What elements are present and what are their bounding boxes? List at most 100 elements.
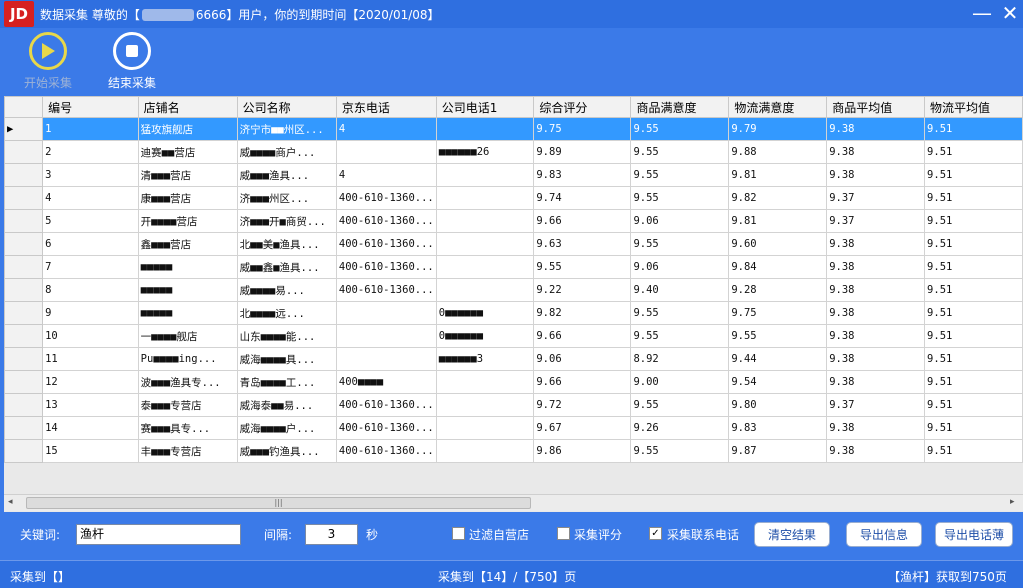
row-selector[interactable] [4, 324, 44, 348]
table-cell[interactable]: 泰■■■专营店 [137, 393, 238, 417]
table-row[interactable]: ▶ 1 猛攻旗舰店 济宁市■■州区... 4 9.75 9.55 9.79 9.38 9.51 [4, 117, 1023, 141]
table-cell[interactable]: 9.51 [924, 232, 1023, 256]
table-cell[interactable]: 9.51 [924, 393, 1023, 417]
table-cell[interactable] [435, 416, 535, 440]
table-cell[interactable] [435, 163, 535, 187]
table-cell[interactable]: 9.40 [630, 278, 730, 302]
table-cell[interactable]: 9.55 [630, 186, 730, 210]
table-cell[interactable]: 9.55 [630, 117, 730, 141]
table-cell[interactable]: 9.51 [924, 324, 1023, 348]
table-cell[interactable]: 9.55 [630, 301, 730, 325]
table-cell[interactable]: 400-610-1360... [335, 232, 437, 256]
table-cell[interactable]: 威■■■■商户... [236, 140, 337, 164]
column-header[interactable]: 公司电话1 [435, 96, 535, 118]
table-cell[interactable]: 9.51 [924, 301, 1023, 325]
table-cell[interactable]: 15 [42, 439, 139, 463]
table-cell[interactable]: 9.75 [728, 301, 828, 325]
table-cell[interactable]: 9.82 [533, 301, 632, 325]
table-cell[interactable]: 9.06 [630, 255, 730, 279]
interval-input[interactable]: 3 [305, 524, 358, 545]
table-cell[interactable]: 400-610-1360... [335, 439, 437, 463]
table-cell[interactable]: 9.51 [924, 416, 1023, 440]
table-cell[interactable]: 9.55 [630, 324, 730, 348]
table-cell[interactable]: 9.66 [533, 324, 632, 348]
row-selector[interactable] [4, 370, 44, 394]
row-selector[interactable] [4, 163, 44, 187]
row-selector[interactable] [4, 140, 44, 164]
filter-self-checkbox[interactable] [452, 527, 465, 540]
row-selector[interactable] [4, 278, 44, 302]
table-cell[interactable]: 威海泰■■易... [236, 393, 337, 417]
table-cell[interactable]: 9.75 [533, 117, 632, 141]
table-cell[interactable]: 9.37 [826, 393, 926, 417]
table-cell[interactable]: 4 [42, 186, 139, 210]
table-cell[interactable] [335, 324, 437, 348]
table-cell[interactable]: 9.38 [826, 163, 926, 187]
table-cell[interactable]: 9.28 [728, 278, 828, 302]
table-cell[interactable]: 康■■■营店 [137, 186, 238, 210]
table-cell[interactable]: 猛攻旗舰店 [137, 117, 238, 141]
start-collect-button[interactable]: 开始采集 [16, 32, 80, 94]
table-row[interactable]: 3 清■■■营店 威■■■渔具... 4 9.83 9.55 9.81 9.38 9.51 [4, 163, 1023, 187]
table-cell[interactable]: 3 [42, 163, 139, 187]
table-cell[interactable]: ■■■■■ [137, 278, 238, 302]
table-cell[interactable]: 赛■■■具专... [137, 416, 238, 440]
table-cell[interactable]: 丰■■■专营店 [137, 439, 238, 463]
table-cell[interactable]: 9.51 [924, 140, 1023, 164]
table-cell[interactable]: 9.51 [924, 163, 1023, 187]
table-cell[interactable]: 9.74 [533, 186, 632, 210]
table-cell[interactable]: 开■■■■营店 [137, 209, 238, 233]
table-cell[interactable]: 9.38 [826, 301, 926, 325]
stop-collect-button[interactable]: 结束采集 [100, 32, 164, 94]
table-cell[interactable]: 9.55 [630, 140, 730, 164]
table-cell[interactable]: 9.89 [533, 140, 632, 164]
table-cell[interactable]: 400-610-1360... [335, 209, 437, 233]
table-cell[interactable]: 威■■■钓渔具... [236, 439, 337, 463]
table-cell[interactable]: 9.79 [728, 117, 828, 141]
table-row[interactable]: 8 ■■■■■ 威■■■■易... 400-610-1360... 9.22 9.40 9.… [4, 278, 1023, 302]
table-cell[interactable] [435, 370, 535, 394]
table-cell[interactable]: 9.38 [826, 117, 926, 141]
results-grid[interactable]: 编号 店铺名 公司名称 京东电话 公司电话1 综合评分 商品满意度 物流满意度 商品平均值 物流平… [4, 96, 1023, 512]
keyword-input[interactable]: 渔杆 [76, 524, 241, 545]
close-button[interactable]: ✕ [998, 1, 1022, 25]
row-selector[interactable] [4, 255, 44, 279]
table-cell[interactable]: 4 [335, 117, 437, 141]
table-cell[interactable] [435, 393, 535, 417]
table-cell[interactable]: 9.66 [533, 209, 632, 233]
table-cell[interactable]: 9.38 [826, 140, 926, 164]
table-cell[interactable] [435, 255, 535, 279]
table-cell[interactable]: 9.22 [533, 278, 632, 302]
table-cell[interactable]: 9.44 [728, 347, 828, 371]
table-row[interactable]: 11 Pu■■■■ing... 威海■■■■具... ■■■■■■3 9.06 8.92 9… [4, 347, 1023, 371]
scroll-left-icon[interactable]: ◂ [8, 497, 13, 507]
table-cell[interactable]: 9.51 [924, 370, 1023, 394]
table-cell[interactable]: 威■■■■易... [236, 278, 337, 302]
table-row[interactable]: 5 开■■■■营店 济■■■开■商贸... 400-610-1360... 9.66 9.… [4, 209, 1023, 233]
table-cell[interactable]: 6 [42, 232, 139, 256]
export-info-button[interactable]: 导出信息 [846, 522, 922, 547]
row-selector[interactable] [4, 439, 44, 463]
table-cell[interactable]: 4 [335, 163, 437, 187]
table-cell[interactable]: 9.63 [533, 232, 632, 256]
row-selector[interactable] [4, 186, 44, 210]
table-cell[interactable]: 9.51 [924, 186, 1023, 210]
table-cell[interactable]: 北■■■■远... [236, 301, 337, 325]
table-row[interactable]: 6 鑫■■■营店 北■■美■渔具... 400-610-1360... 9.63 9.55… [4, 232, 1023, 256]
table-cell[interactable]: 9.38 [826, 416, 926, 440]
table-cell[interactable] [335, 347, 437, 371]
export-phonebook-button[interactable]: 导出电话薄 [935, 522, 1013, 547]
table-row[interactable]: 2 迪赛■■营店 威■■■■商户... ■■■■■■26 9.89 9.55 9.88 9.3… [4, 140, 1023, 164]
clear-results-button[interactable]: 清空结果 [754, 522, 830, 547]
table-cell[interactable]: 9.80 [728, 393, 828, 417]
table-cell[interactable]: 0■■■■■■ [435, 324, 535, 348]
table-row[interactable]: 7 ■■■■■ 威■■鑫■渔具... 400-610-1360... 9.55 9.06 9… [4, 255, 1023, 279]
table-cell[interactable]: 9.55 [630, 393, 730, 417]
table-cell[interactable]: 9.54 [728, 370, 828, 394]
table-cell[interactable]: 9.37 [826, 186, 926, 210]
table-cell[interactable]: 清■■■营店 [137, 163, 238, 187]
table-cell[interactable]: 济宁市■■州区... [236, 117, 337, 141]
table-cell[interactable]: 9.55 [533, 255, 632, 279]
table-cell[interactable]: 鑫■■■营店 [137, 232, 238, 256]
table-cell[interactable]: 400-610-1360... [335, 186, 437, 210]
